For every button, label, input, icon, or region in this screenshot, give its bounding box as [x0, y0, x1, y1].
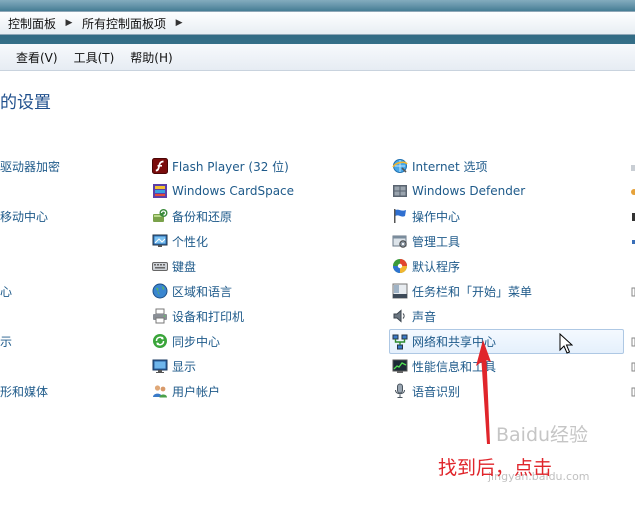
clipped-item-icon [630, 361, 635, 372]
annotation-arrow-icon [462, 340, 502, 448]
annotation-text: 找到后，点击 [438, 457, 553, 479]
internet-options-icon [392, 158, 408, 174]
cp-item-windows-defender[interactable]: Windows Defender [392, 180, 525, 202]
cp-item-region-language[interactable]: 区域和语言 [152, 280, 232, 302]
cp-item-label: 声音 [412, 309, 437, 324]
clipped-item-icon [630, 336, 635, 347]
cp-item-taskbar-start[interactable]: 任务栏和「开始」菜单 [392, 280, 532, 302]
cp-item-flash-player[interactable]: Flash Player (32 位) [152, 155, 289, 177]
clipped-item-icon [630, 286, 635, 297]
cp-item-sound[interactable]: 声音 [392, 305, 436, 327]
cp-item-internet-options[interactable]: Internet 选项 [392, 155, 487, 177]
menu-tools[interactable]: 工具(T) [66, 49, 123, 66]
cp-item-backup-restore[interactable]: 备份和还原 [152, 205, 232, 227]
cp-item-cardspace[interactable]: Windows CardSpace [152, 180, 294, 202]
cp-item-label: 驱动器加密 [0, 159, 61, 174]
breadcrumb-control-panel[interactable]: 控制面板 [0, 15, 64, 32]
cp-item-label: 同步中心 [172, 334, 221, 349]
action-center-flag-icon [392, 208, 408, 224]
cp-item-label: 区域和语言 [172, 284, 233, 299]
display-icon [152, 358, 168, 374]
cp-item-action-center[interactable]: 操作中心 [392, 205, 460, 227]
cp-item-sync-center[interactable]: 同步中心 [152, 330, 220, 352]
cp-item-speech-recognition[interactable]: 语音识别 [392, 380, 460, 402]
cp-item-label: 操作中心 [412, 209, 461, 224]
cp-item-display[interactable]: 显示 [152, 355, 196, 377]
performance-icon [392, 358, 408, 374]
cp-item-label: Internet 选项 [412, 159, 488, 174]
clipped-item-icon [630, 386, 635, 397]
sync-icon [152, 333, 168, 349]
microphone-icon [392, 383, 408, 399]
cp-item-left-row10[interactable]: 形和媒体 [0, 380, 48, 402]
cp-item-label: 任务栏和「开始」菜单 [412, 284, 533, 299]
admin-tools-icon [392, 233, 408, 249]
cp-item-user-accounts[interactable]: 用户帐户 [152, 380, 220, 402]
cp-item-label: 备份和还原 [172, 209, 233, 224]
cp-item-keyboard[interactable]: 键盘 [152, 255, 196, 277]
taskbar-icon [392, 283, 408, 299]
clipped-item-icon [630, 162, 635, 172]
page-heading: 的设置 [0, 93, 51, 113]
cp-item-personalization[interactable]: 个性化 [152, 230, 208, 252]
mouse-cursor-icon [559, 332, 574, 355]
address-bar: 控制面板 ▶ 所有控制面板项 ▶ [0, 0, 635, 44]
cp-item-default-programs[interactable]: 默认程序 [392, 255, 460, 277]
printer-icon [152, 308, 168, 324]
cp-item-label: 设备和打印机 [172, 309, 245, 324]
cp-item-label: 管理工具 [412, 234, 461, 249]
cp-item-admin-tools[interactable]: 管理工具 [392, 230, 460, 252]
defender-icon [392, 183, 408, 199]
backup-icon [152, 208, 168, 224]
keyboard-icon [152, 258, 168, 274]
breadcrumb-all-items[interactable]: 所有控制面板项 [74, 15, 174, 32]
clipped-item-icon [630, 236, 635, 246]
cp-item-label: 示 [0, 334, 13, 349]
cp-item-label: 形和媒体 [0, 384, 49, 399]
cp-item-label: Windows Defender [412, 184, 526, 198]
breadcrumb-separator-icon[interactable]: ▶ [64, 11, 74, 35]
clipped-item-icon [630, 186, 635, 196]
watermark-title: Baidu经验 [496, 424, 589, 446]
speaker-icon [392, 308, 408, 324]
cp-item-left-row8[interactable]: 示 [0, 330, 12, 352]
cp-item-label: 显示 [172, 359, 197, 374]
cp-item-mobility-center[interactable]: 移动中心 [0, 205, 48, 227]
cardspace-icon [152, 183, 168, 199]
cp-item-label: 个性化 [172, 234, 209, 249]
region-language-icon [152, 283, 168, 299]
user-accounts-icon [152, 383, 168, 399]
default-programs-icon [392, 258, 408, 274]
cp-item-bitlocker[interactable]: 驱动器加密 [0, 155, 60, 177]
breadcrumb-separator-icon[interactable]: ▶ [174, 11, 184, 35]
personalization-icon [152, 233, 168, 249]
cp-item-label: Windows CardSpace [172, 184, 295, 198]
cp-item-label: 心 [0, 284, 13, 299]
cp-item-label: 用户帐户 [172, 384, 221, 399]
cp-item-label: 移动中心 [0, 209, 49, 224]
cp-item-label: Flash Player (32 位) [172, 159, 289, 174]
network-icon [392, 334, 408, 350]
menu-bar: 查看(V) 工具(T) 帮助(H) [0, 44, 635, 71]
menu-view[interactable]: 查看(V) [8, 49, 66, 66]
menu-help[interactable]: 帮助(H) [122, 49, 180, 66]
cp-item-devices-printers[interactable]: 设备和打印机 [152, 305, 244, 327]
breadcrumb[interactable]: 控制面板 ▶ 所有控制面板项 ▶ [0, 11, 635, 35]
clipped-item-icon [630, 211, 635, 221]
cp-item-label: 默认程序 [412, 259, 461, 274]
cp-item-network-sharing-center[interactable]: 网络和共享中心 [389, 329, 624, 354]
cp-item-label: 键盘 [172, 259, 197, 274]
cp-item-label: 语音识别 [412, 384, 461, 399]
cp-item-left-row6[interactable]: 心 [0, 280, 12, 302]
flash-icon [152, 158, 168, 174]
